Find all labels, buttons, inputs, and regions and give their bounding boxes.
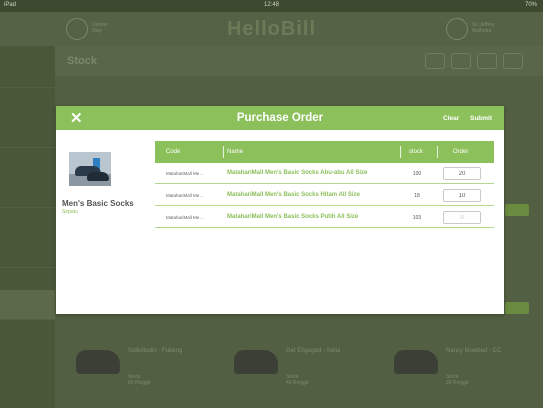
header-right-info: Sir Jeffrey Malhotra (472, 22, 494, 34)
dialog-header: ✕ Purchase Order Clear Submit (56, 106, 504, 130)
product-card-title: Nancy Mowbad - CC (446, 348, 502, 354)
header-right-line2: Malhotra (472, 28, 492, 34)
bg-action-button[interactable] (505, 204, 529, 216)
row-stock: 100 (412, 171, 422, 177)
table-row: MatahariMall Me… MatahariMall Men's Basi… (155, 207, 494, 228)
product-card[interactable]: Nancy Mowbad - CC Stock 28 Ringgit (388, 340, 538, 395)
stock-value: 60 Ringgit (128, 380, 151, 386)
column-header-name: Name (227, 149, 244, 155)
clock: 12:48 (263, 2, 279, 8)
product-card-title: Get Engaged - Setia (286, 348, 341, 354)
row-stock: 103 (412, 215, 422, 221)
battery-level: 70% (524, 2, 537, 8)
product-card-stock: Stock 28 Ringgit (446, 374, 469, 386)
status-bar: iPad 12:48 70% (0, 0, 543, 12)
row-name: MatahariMall Men's Basic Socks Hitam All… (227, 192, 360, 198)
dialog-title: Purchase Order (236, 112, 324, 124)
sidebar-item[interactable] (0, 238, 55, 268)
purchase-order-dialog: ✕ Purchase Order Clear Submit Men's Basi… (56, 106, 504, 314)
sidebar (0, 46, 55, 408)
product-card-stock: Stock 60 Ringgit (128, 374, 151, 386)
product-image (234, 350, 278, 374)
order-quantity-input[interactable] (443, 167, 481, 180)
product-card-title: Sollicitudin - Fubeng (128, 348, 183, 354)
stock-value: 28 Ringgit (446, 380, 469, 386)
order-quantity-input[interactable] (443, 211, 481, 224)
row-name: MatahariMall Men's Basic Socks Abu-abu A… (227, 170, 368, 176)
row-name: MatahariMall Men's Basic Socks Putih All… (227, 214, 359, 220)
table-row: MatahariMall Me… MatahariMall Men's Basi… (155, 163, 494, 184)
row-code: MatahariMall Me… (166, 171, 204, 176)
table-row: MatahariMall Me… MatahariMall Men's Basi… (155, 185, 494, 206)
order-quantity-input[interactable] (443, 189, 481, 202)
sidebar-item-stock[interactable] (0, 290, 55, 320)
toolbar-trash-icon[interactable] (503, 53, 523, 69)
sidebar-item[interactable] (0, 58, 55, 88)
page-title: Stock (67, 55, 97, 67)
page-toolbar: Stock (55, 46, 543, 76)
column-header-code: Code (166, 149, 181, 155)
sidebar-item[interactable] (0, 178, 55, 208)
app-header: Dentist Stay HelloBill Sir Jeffrey Malho… (0, 12, 543, 46)
toolbar-eye-icon[interactable] (425, 53, 445, 69)
bg-action-button[interactable] (505, 302, 529, 314)
product-card-stock: Stock 40 Ringgit (286, 374, 309, 386)
sidebar-item[interactable] (0, 118, 55, 148)
close-icon[interactable]: ✕ (70, 109, 83, 127)
column-header-stock: stock (409, 149, 424, 155)
row-code: MatahariMall Me… (166, 193, 204, 198)
product-card[interactable]: Sollicitudin - Fubeng Stock 60 Ringgit (70, 340, 220, 395)
clear-button[interactable]: Clear (443, 115, 459, 122)
product-image (394, 350, 438, 374)
product-image (69, 152, 111, 186)
stock-value: 40 Ringgit (286, 380, 309, 386)
submit-button[interactable]: Submit (470, 115, 492, 122)
table-header: Code Name stock Order (155, 141, 494, 163)
row-stock: 18 (414, 193, 420, 199)
product-card[interactable]: Get Engaged - Setia Stock 40 Ringgit (228, 340, 378, 395)
product-category: Sepatu (62, 209, 78, 215)
user-avatar-icon[interactable] (446, 18, 468, 40)
toolbar-print-icon[interactable] (477, 53, 497, 69)
product-name: Men's Basic Socks (62, 199, 134, 208)
row-code: MatahariMall Me… (166, 215, 204, 220)
column-header-order: Order (453, 149, 469, 155)
toolbar-filter-icon[interactable] (451, 53, 471, 69)
product-image (76, 350, 120, 374)
